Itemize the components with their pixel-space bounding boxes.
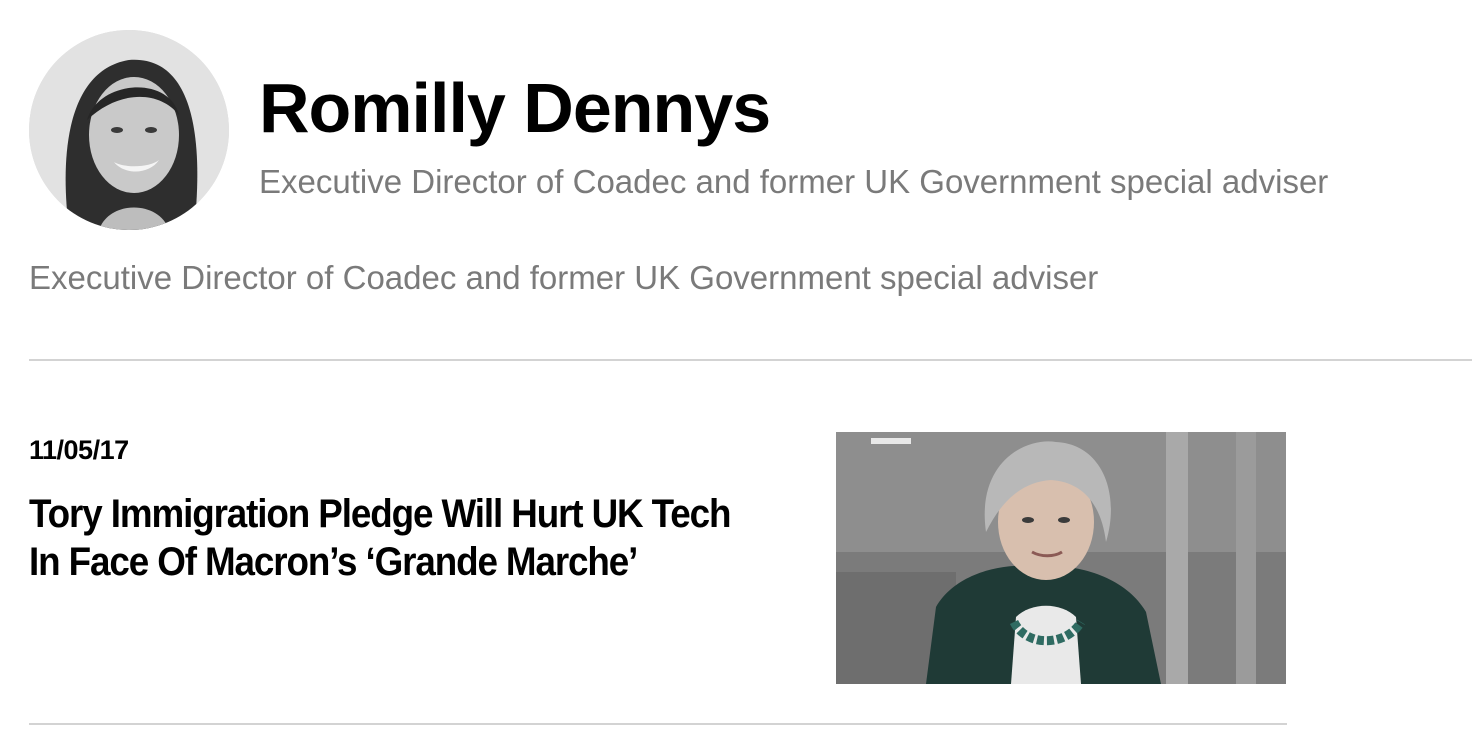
author-avatar bbox=[29, 30, 229, 230]
author-name: Romilly Dennys bbox=[259, 69, 771, 147]
author-title: Executive Director of Coadec and former … bbox=[259, 163, 1329, 200]
article-thumbnail[interactable] bbox=[836, 432, 1286, 684]
avatar-portrait-icon bbox=[29, 30, 229, 230]
article-date: 11/05/17 bbox=[29, 435, 129, 465]
section-divider bbox=[29, 359, 1472, 361]
author-bio: Executive Director of Coadec and former … bbox=[29, 259, 1099, 296]
photo-thumbnail-icon bbox=[836, 432, 1286, 684]
article-divider bbox=[29, 723, 1287, 725]
article-headline-link[interactable]: Tory Immigration Pledge Will Hurt UK Tec… bbox=[29, 490, 765, 586]
